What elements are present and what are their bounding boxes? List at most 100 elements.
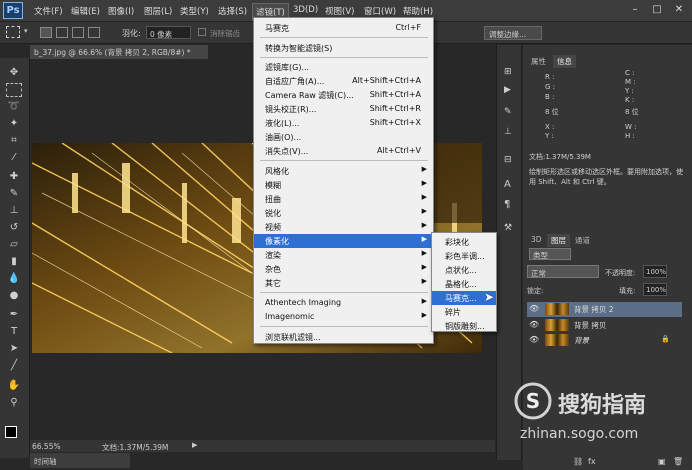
tab-properties[interactable]: 属性: [527, 55, 550, 68]
clone-source-icon[interactable]: ⊥: [504, 127, 512, 137]
character-panel-icon[interactable]: A: [504, 179, 511, 190]
menu-layer[interactable]: 图层(L): [144, 5, 172, 17]
close-icon[interactable]: ✕: [670, 3, 688, 18]
layer-row[interactable]: 👁 背景 拷贝 2: [527, 302, 682, 317]
menu-item-browse-online[interactable]: 浏览联机滤镜...: [254, 330, 433, 344]
menu-item-imagenomic[interactable]: Imagenomic ▶: [254, 310, 433, 324]
gradient-tool-icon[interactable]: ▮: [6, 255, 22, 269]
menu-select[interactable]: 选择(S): [218, 5, 247, 17]
hand-tool-icon[interactable]: ✋: [6, 379, 22, 393]
maximize-icon[interactable]: □: [648, 3, 666, 18]
menu-item-sharpen[interactable]: 锐化 ▶: [254, 206, 433, 220]
menu-item-athentech[interactable]: Athentech Imaging ▶: [254, 296, 433, 310]
menu-item-pixelate[interactable]: 像素化 ▶: [254, 234, 433, 248]
menu-item-lens-correction[interactable]: 镜头校正(R)... Shift+Ctrl+R: [254, 102, 433, 116]
menu-item-distort[interactable]: 扭曲 ▶: [254, 192, 433, 206]
history-panel-icon[interactable]: ⊞: [504, 67, 512, 77]
menu-item-liquify[interactable]: 液化(L)... Shift+Ctrl+X: [254, 116, 433, 130]
menu-type[interactable]: 类型(Y): [180, 5, 209, 17]
menu-window[interactable]: 窗口(W): [364, 5, 396, 17]
add-selection-icon[interactable]: [56, 27, 68, 38]
menu-3d[interactable]: 3D(D): [293, 5, 318, 15]
chevron-down-icon[interactable]: ▾: [24, 27, 28, 35]
intersect-selection-icon[interactable]: [88, 27, 100, 38]
menu-help[interactable]: 帮助(H): [403, 5, 433, 17]
eye-icon[interactable]: 👁: [529, 320, 539, 329]
feather-input[interactable]: 0 像素: [146, 26, 191, 39]
tool-presets-icon[interactable]: ⚒: [504, 223, 512, 233]
subtract-selection-icon[interactable]: [72, 27, 84, 38]
eraser-icon[interactable]: ▱: [6, 238, 22, 252]
brush-panel-icon[interactable]: ✎: [504, 107, 512, 117]
magic-wand-icon[interactable]: ✦: [6, 117, 22, 131]
status-arrow-icon[interactable]: ▶: [192, 441, 197, 449]
marquee-tool-icon[interactable]: [6, 83, 22, 97]
menu-item-video[interactable]: 视频 ▶: [254, 220, 433, 234]
submenu-item-fragment[interactable]: 碎片: [432, 305, 496, 319]
delete-layer-icon[interactable]: 🗑: [673, 457, 683, 466]
adjust-panel-icon[interactable]: ⊟: [504, 155, 512, 165]
brush-tool-icon[interactable]: ✎: [6, 187, 22, 201]
menu-view[interactable]: 视图(V): [325, 5, 354, 17]
minimize-icon[interactable]: –: [626, 3, 644, 18]
submenu-item-facet[interactable]: 彩块化: [432, 235, 496, 249]
fill-input[interactable]: 100%: [643, 283, 667, 296]
menu-item-blur[interactable]: 模糊 ▶: [254, 178, 433, 192]
crop-tool-icon[interactable]: ⌗: [6, 134, 22, 148]
submenu-item-pointillize[interactable]: 点状化...: [432, 263, 496, 277]
menu-item-noise[interactable]: 杂色 ▶: [254, 262, 433, 276]
link-layers-icon[interactable]: ⛓: [573, 457, 583, 466]
document-tab[interactable]: b_37.jpg @ 66.6% (背景 拷贝 2, RGB/8#) *: [30, 45, 208, 59]
lasso-tool-icon[interactable]: ➰: [6, 100, 22, 114]
new-layer-icon[interactable]: ▣: [658, 457, 666, 466]
tab-info[interactable]: 信息: [553, 55, 576, 68]
zoom-level[interactable]: 66.55%: [32, 442, 61, 451]
new-selection-icon[interactable]: [40, 27, 52, 38]
submenu-item-crystallize[interactable]: 晶格化...: [432, 277, 496, 291]
tab-layers[interactable]: 图层: [547, 234, 570, 247]
tab-3d[interactable]: 3D: [527, 234, 546, 245]
dodge-tool-icon[interactable]: ●: [6, 289, 22, 303]
menu-item-filter-gallery[interactable]: 滤镜库(G)...: [254, 60, 433, 74]
actions-panel-icon[interactable]: ▶: [504, 85, 511, 95]
blur-tool-icon[interactable]: 💧: [6, 272, 22, 286]
tab-channels[interactable]: 通道: [571, 234, 594, 247]
menu-image[interactable]: 图像(I): [108, 5, 134, 17]
line-tool-icon[interactable]: ╱: [6, 359, 22, 373]
fx-icon[interactable]: fx: [588, 457, 596, 466]
menu-file[interactable]: 文件(F): [34, 5, 63, 17]
layer-filter-kind[interactable]: 类型: [529, 248, 571, 260]
antialias-checkbox[interactable]: [198, 28, 206, 36]
move-tool-icon[interactable]: ✥: [6, 66, 22, 80]
healing-brush-icon[interactable]: ✚: [6, 170, 22, 184]
menu-item-stylize[interactable]: 风格化 ▶: [254, 164, 433, 178]
eye-icon[interactable]: 👁: [529, 335, 539, 344]
menu-edit[interactable]: 编辑(E): [71, 5, 100, 17]
menu-item-smart-filter[interactable]: 转换为智能滤镜(S): [254, 41, 433, 55]
clone-stamp-icon[interactable]: ⊥: [6, 204, 22, 218]
path-selection-icon[interactable]: ➤: [6, 342, 22, 356]
menu-item-camera-raw[interactable]: Camera Raw 滤镜(C)... Shift+Ctrl+A: [254, 88, 433, 102]
menu-item-last-filter[interactable]: 马赛克 Ctrl+F: [254, 21, 433, 35]
menu-item-adaptive-wide[interactable]: 自适应广角(A)... Alt+Shift+Ctrl+A: [254, 74, 433, 88]
submenu-item-color-halftone[interactable]: 彩色半调...: [432, 249, 496, 263]
eye-icon[interactable]: 👁: [529, 304, 539, 313]
marquee-tool-icon[interactable]: [6, 26, 20, 38]
opacity-input[interactable]: 100%: [643, 265, 667, 278]
blend-mode-select[interactable]: 正常: [527, 265, 599, 278]
foreground-color-swatch[interactable]: [5, 426, 17, 438]
layer-row[interactable]: 👁 背景 拷贝: [527, 318, 682, 333]
eyedropper-icon[interactable]: ⁄: [6, 151, 22, 165]
menu-item-other[interactable]: 其它 ▶: [254, 276, 433, 290]
submenu-item-mezzotint[interactable]: 铜版雕刻...: [432, 319, 496, 333]
timeline-tab[interactable]: 时间轴: [30, 453, 130, 468]
zoom-tool-icon[interactable]: ⚲: [6, 396, 22, 410]
paragraph-panel-icon[interactable]: ¶: [504, 199, 510, 210]
type-tool-icon[interactable]: T: [6, 325, 22, 339]
menu-item-render[interactable]: 渲染 ▶: [254, 248, 433, 262]
refine-edge-button[interactable]: 调整边缘...: [484, 26, 542, 40]
history-brush-icon[interactable]: ↺: [6, 221, 22, 235]
layer-row[interactable]: 👁 背景 🔒: [527, 333, 682, 348]
pen-tool-icon[interactable]: ✒: [6, 308, 22, 322]
menu-item-vanishing-point[interactable]: 消失点(V)... Alt+Ctrl+V: [254, 144, 433, 158]
